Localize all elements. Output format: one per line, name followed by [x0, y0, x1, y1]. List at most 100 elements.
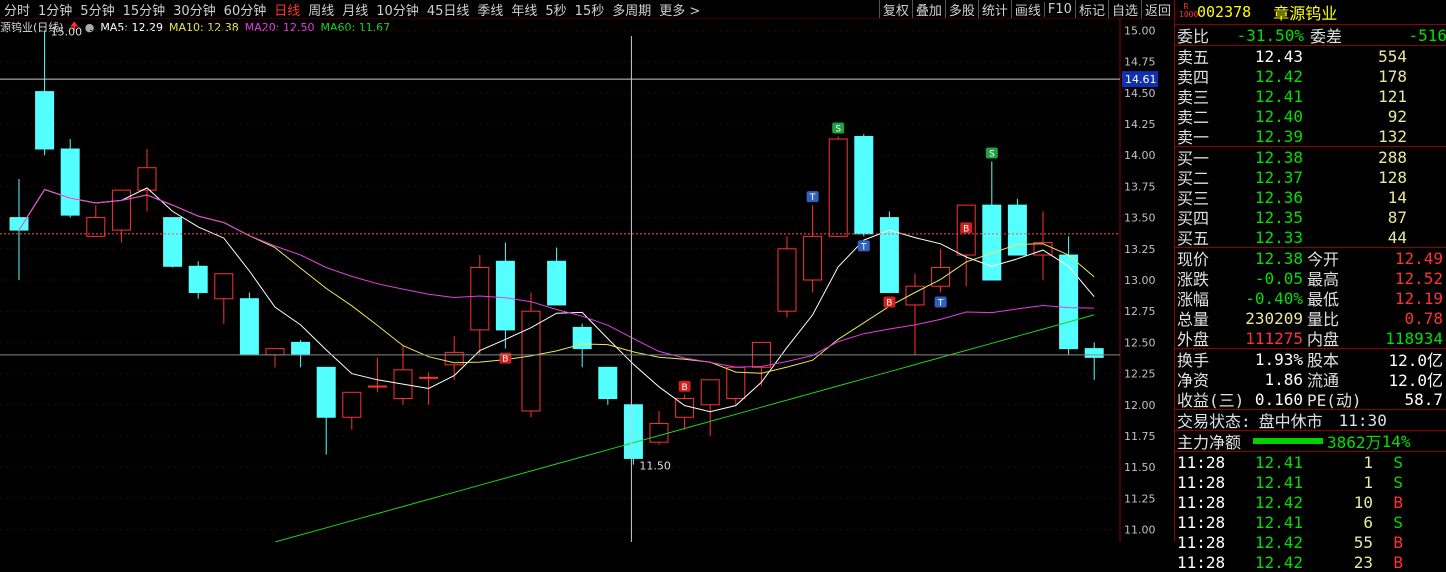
tick-row-2[interactable]: 11:28 12.42 10 B: [1175, 492, 1446, 512]
period-tab-16[interactable]: 更多 >: [655, 0, 704, 19]
period-tab-14[interactable]: 15秒: [571, 0, 609, 19]
candle-body[interactable]: [342, 391, 362, 418]
low-label: 11.50: [639, 460, 671, 473]
candle-body[interactable]: [111, 189, 131, 231]
tick-list[interactable]: 11:28 12.41 1 S 11:28 12.41 1 S 11:28 12.42 10 B 11:…: [1175, 452, 1446, 572]
sell-row-0[interactable]: 卖五 12.43 554: [1175, 46, 1446, 68]
tool-button-8[interactable]: 返回: [1140, 0, 1174, 18]
candle-body[interactable]: [137, 167, 157, 191]
candle-body[interactable]: [623, 404, 643, 459]
tick-side: S: [1393, 512, 1403, 532]
candle-body[interactable]: [521, 310, 541, 412]
stats-value2: 0.78: [1404, 308, 1443, 328]
period-tab-7[interactable]: 周线: [304, 0, 338, 19]
y-tick-label: 14.75: [1124, 56, 1156, 69]
candle-body[interactable]: [700, 379, 720, 406]
period-tab-4[interactable]: 30分钟: [169, 0, 220, 19]
tick-row-1[interactable]: 11:28 12.41 1 S: [1175, 472, 1446, 492]
buy-row-1[interactable]: 买二 12.37 128: [1175, 167, 1446, 189]
stats-value2: 118934: [1385, 328, 1443, 348]
candle-body[interactable]: [1059, 254, 1079, 350]
weicha-value: -516: [1408, 25, 1446, 45]
candle-body[interactable]: [982, 204, 1002, 281]
period-tab-9[interactable]: 10分钟: [372, 0, 423, 19]
buy-price: 12.37: [1254, 167, 1303, 187]
sell-row-1[interactable]: 卖四 12.42 178: [1175, 66, 1446, 88]
candle-body[interactable]: [547, 260, 567, 306]
tick-time: 11:28: [1177, 452, 1226, 472]
candle-body[interactable]: [879, 217, 899, 293]
candle-body[interactable]: [931, 267, 951, 287]
signal-marker-label: B: [682, 383, 688, 393]
kline-chart[interactable]: 15.00 14.75 14.50 14.25 14.00 13.75 13.50 13.25…: [0, 18, 1174, 542]
sell-row-3[interactable]: 卖二 12.40 92: [1175, 106, 1446, 128]
candle-body[interactable]: [239, 298, 259, 356]
period-tab-0[interactable]: 分时: [0, 0, 34, 19]
period-tab-10[interactable]: 45日线: [423, 0, 474, 19]
stats2-row-1: 净资 1.86 流通 12.0亿: [1175, 369, 1446, 391]
period-tab-15[interactable]: 多周期: [608, 0, 655, 19]
candle-body[interactable]: [828, 138, 848, 237]
tool-button-3[interactable]: 统计: [977, 0, 1011, 18]
tick-row-3[interactable]: 11:28 12.41 6 S: [1175, 512, 1446, 532]
period-tab-6[interactable]: 日线: [270, 0, 304, 19]
tick-row-4[interactable]: 11:28 12.42 55 B: [1175, 532, 1446, 552]
buy-row-2[interactable]: 买三 12.36 14: [1175, 187, 1446, 209]
candle-body[interactable]: [419, 376, 439, 379]
candle-body[interactable]: [854, 136, 874, 235]
candle-body[interactable]: [803, 235, 823, 281]
y-tick-label: 11.75: [1124, 430, 1156, 443]
candle-body[interactable]: [649, 422, 669, 443]
buy-row-3[interactable]: 买四 12.35 87: [1175, 207, 1446, 229]
candle-body[interactable]: [60, 148, 80, 216]
tool-button-6[interactable]: 标记: [1074, 0, 1108, 18]
tick-side: S: [1393, 472, 1403, 492]
candle-body[interactable]: [163, 217, 183, 267]
sell-row-4[interactable]: 卖一 12.39 132: [1175, 126, 1446, 147]
tick-side: B: [1393, 552, 1403, 572]
sell-row-2[interactable]: 卖三 12.41 121: [1175, 86, 1446, 108]
stock-code: 002378: [1197, 3, 1252, 21]
tool-button-4[interactable]: 画线: [1010, 0, 1044, 18]
candle-body[interactable]: [777, 248, 797, 312]
period-tab-5[interactable]: 60分钟: [220, 0, 271, 19]
y-tick-label: 14.50: [1124, 87, 1156, 100]
stats-value2: 12.52: [1394, 268, 1443, 288]
tool-button-1[interactable]: 叠加: [911, 0, 945, 18]
tick-row-0[interactable]: 11:28 12.41 1 S: [1175, 452, 1446, 472]
period-tab-13[interactable]: 5秒: [541, 0, 570, 19]
candle-body[interactable]: [598, 366, 618, 400]
period-tab-2[interactable]: 5分钟: [76, 0, 118, 19]
candle-body[interactable]: [1084, 348, 1104, 358]
candle-body[interactable]: [291, 341, 311, 356]
y-tick-label: 15.00: [1124, 24, 1156, 37]
tool-button-5[interactable]: F10: [1043, 1, 1075, 17]
tool-button-7[interactable]: 自选: [1107, 0, 1141, 18]
period-tab-8[interactable]: 月线: [338, 0, 372, 19]
candle-body[interactable]: [495, 260, 515, 331]
candle-body[interactable]: [367, 385, 387, 388]
buy-row-4[interactable]: 买五 12.33 44: [1175, 227, 1446, 248]
tool-button-0[interactable]: 复权: [878, 0, 912, 18]
period-tab-1[interactable]: 1分钟: [34, 0, 76, 19]
tick-price: 12.41: [1254, 472, 1303, 492]
period-tab-12[interactable]: 年线: [507, 0, 541, 19]
tick-side: B: [1393, 532, 1403, 552]
buy-volume: 288: [1378, 147, 1407, 167]
candle-body[interactable]: [214, 273, 234, 300]
stats-row-3: 总量 230209 量比 0.78: [1175, 308, 1446, 330]
tick-row-5[interactable]: 11:28 12.42 23 B: [1175, 552, 1446, 572]
period-tab-3[interactable]: 15分钟: [119, 0, 170, 19]
tool-button-2[interactable]: 多股: [944, 0, 978, 18]
y-tick-label: 11.00: [1124, 524, 1156, 537]
stats2-row-0: 换手 1.93% 股本 12.0亿: [1175, 349, 1446, 371]
candle-body[interactable]: [470, 267, 490, 331]
period-tab-11[interactable]: 季线: [473, 0, 507, 19]
stats2-value2: 12.0亿: [1388, 371, 1443, 390]
candle-body[interactable]: [35, 91, 55, 150]
buy-row-0[interactable]: 买一 12.38 288: [1175, 147, 1446, 169]
candle-body[interactable]: [188, 265, 208, 293]
candle-body[interactable]: [1007, 204, 1027, 256]
candle-body[interactable]: [265, 348, 285, 356]
candle-body[interactable]: [316, 366, 336, 418]
